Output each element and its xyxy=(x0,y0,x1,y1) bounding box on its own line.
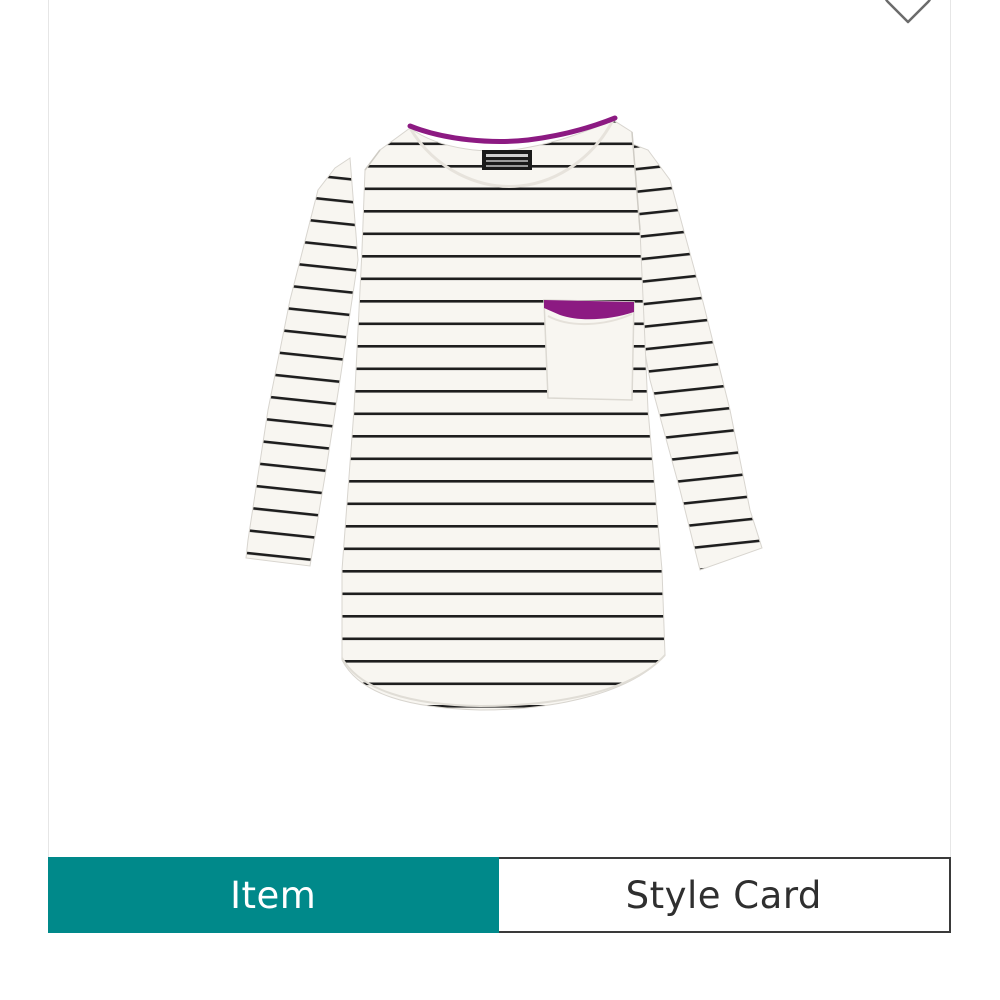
view-toggle-tabs: Item Style Card xyxy=(48,857,951,933)
tab-style-card[interactable]: Style Card xyxy=(498,857,951,933)
favorite-button[interactable] xyxy=(880,0,936,26)
heart-outline-icon xyxy=(885,0,931,24)
product-image xyxy=(245,115,763,711)
left-sleeve xyxy=(245,157,359,567)
item-detail-page: Item Style Card xyxy=(0,0,1000,1000)
tab-item[interactable]: Item xyxy=(48,857,499,933)
shirt-body xyxy=(341,119,666,711)
